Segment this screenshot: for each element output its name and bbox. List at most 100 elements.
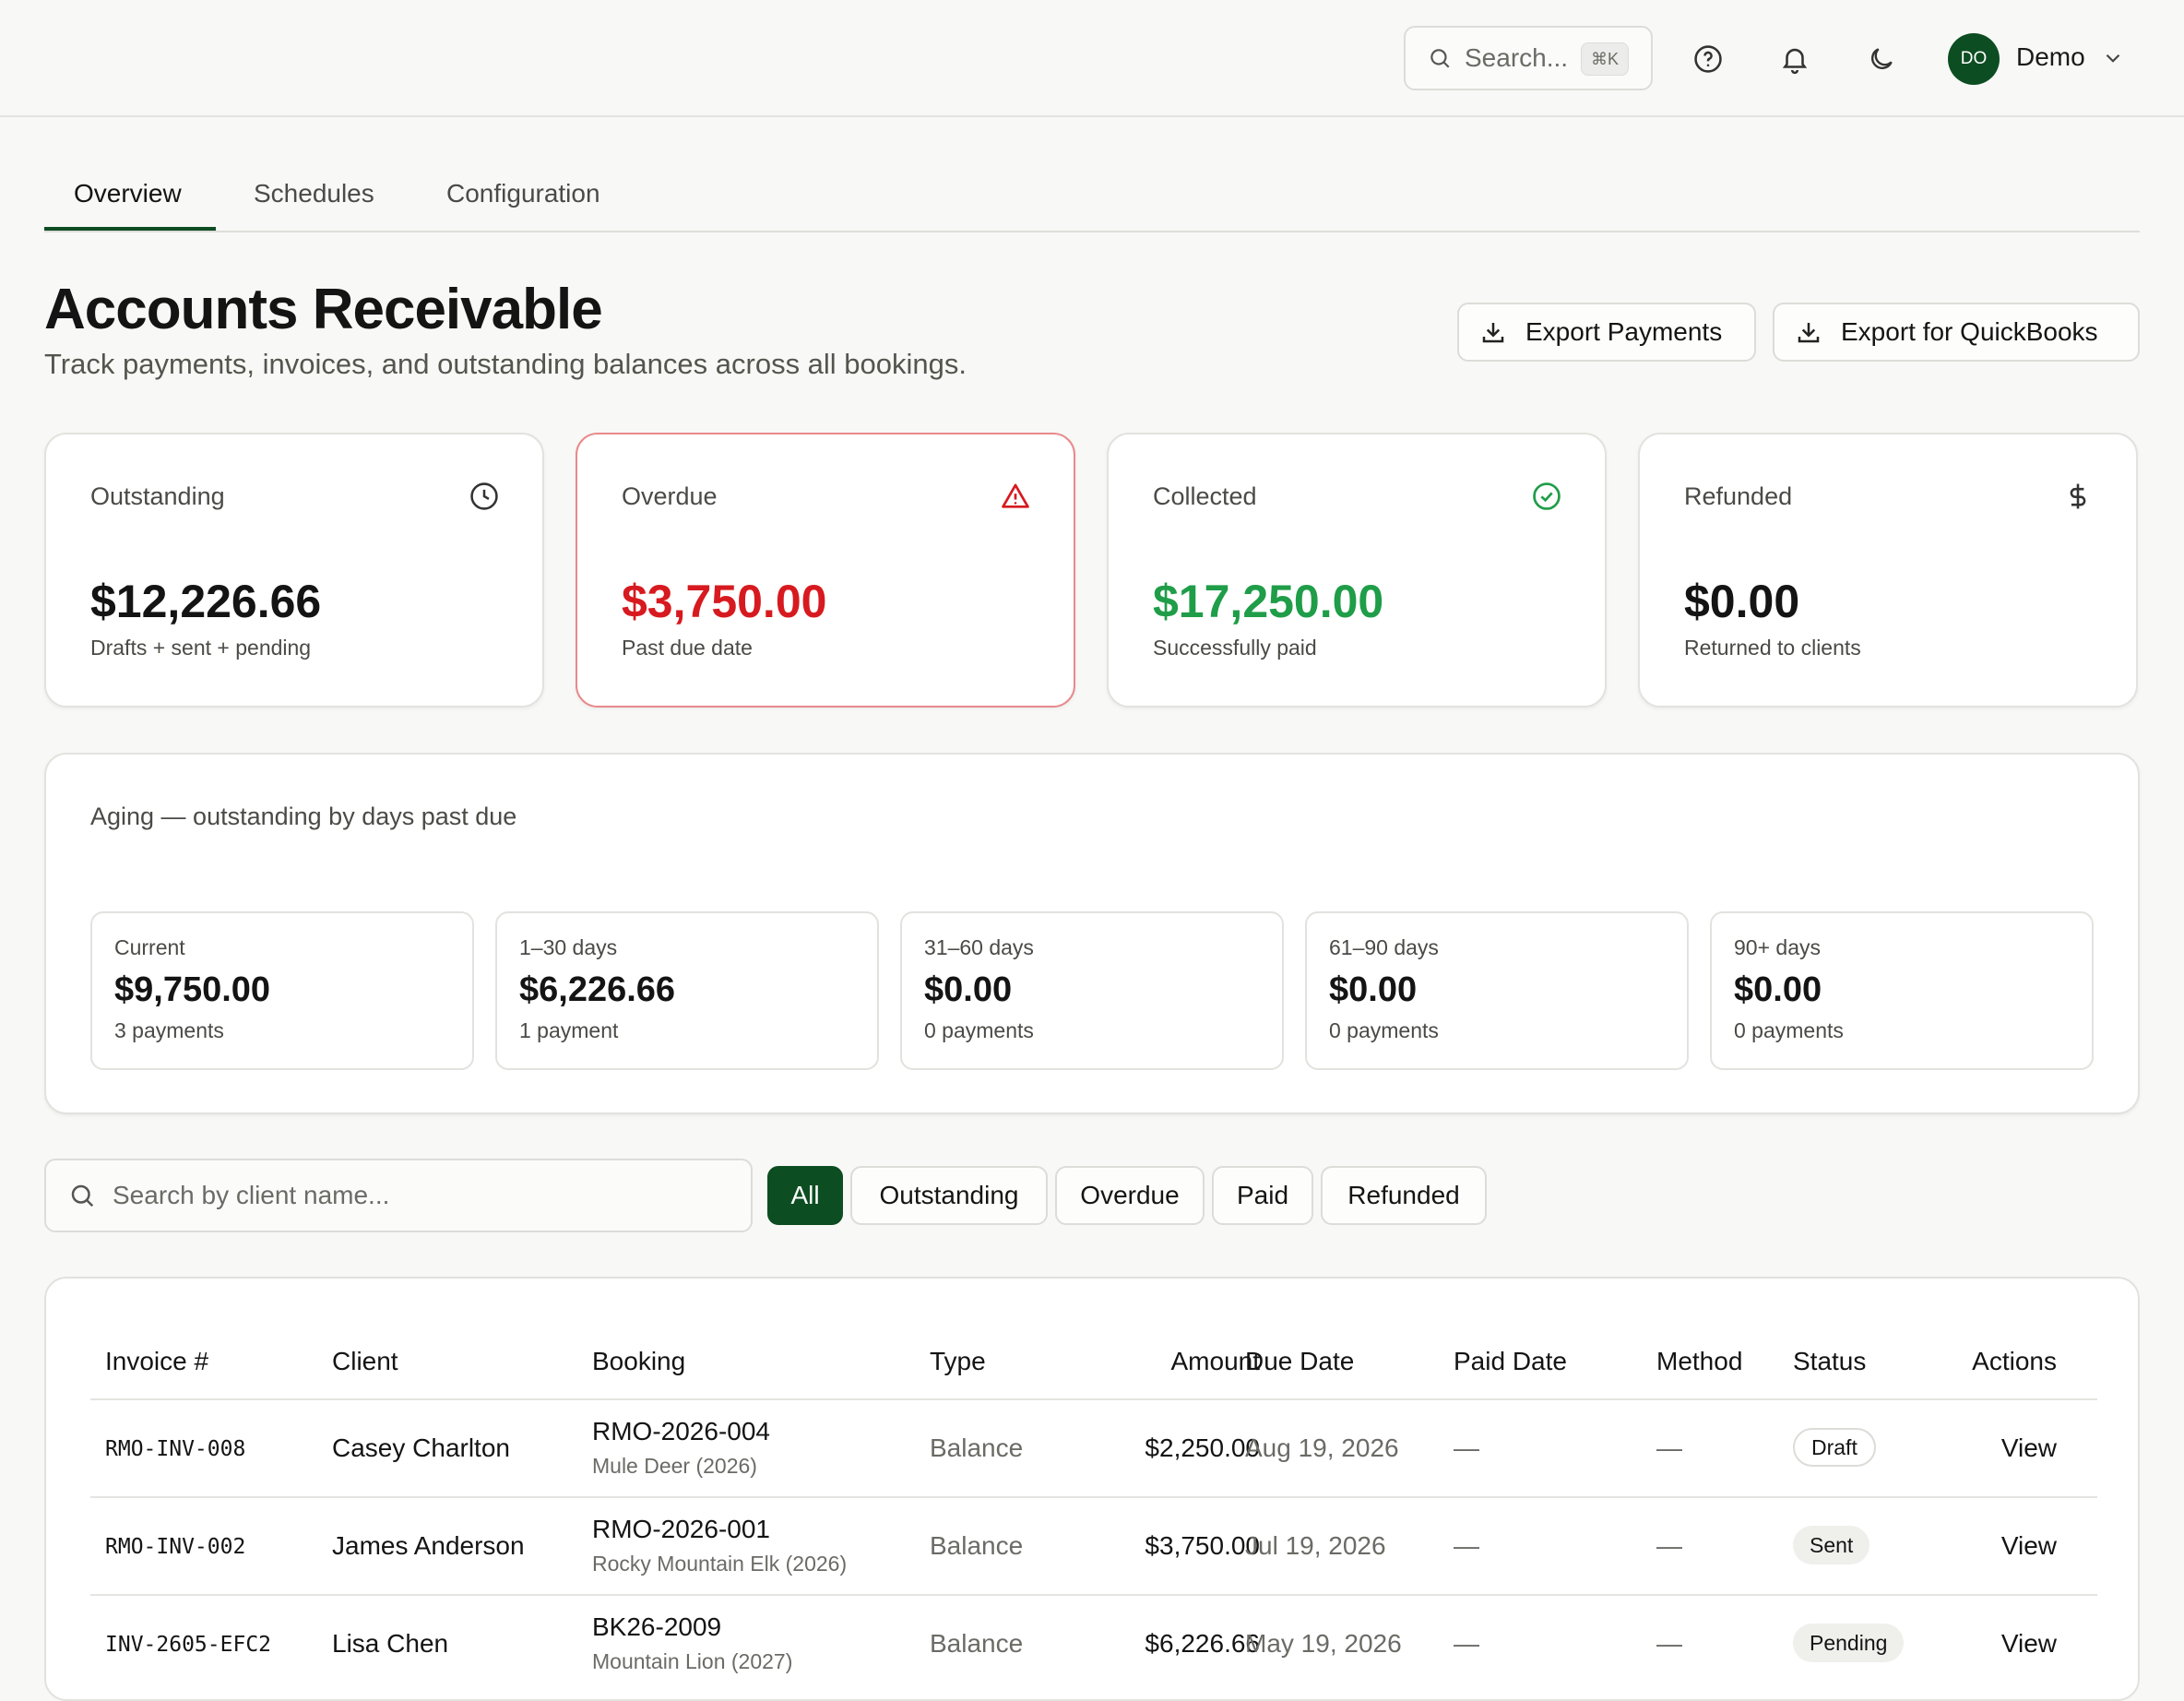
table-row[interactable]: INV-2605-EFC2 Lisa Chen BK26-2009 Mounta… (90, 1594, 2097, 1692)
status-badge: Pending (1793, 1624, 1905, 1662)
aging-card: Aging — outstanding by days past due Cur… (44, 753, 2140, 1114)
bucket-count: 1 payment (519, 1018, 619, 1042)
stat-card-overdue: Overdue $3,750.00 Past due date (576, 433, 1075, 708)
stat-subtext: Returned to clients (1684, 636, 1861, 660)
column-header-invoice[interactable]: Invoice # (105, 1347, 208, 1376)
stat-card-collected: Collected $17,250.00 Successfully paid (1107, 433, 1607, 708)
client-name: Casey Charlton (332, 1433, 510, 1462)
aging-bucket-current: Current $9,750.00 3 payments (90, 911, 474, 1070)
bucket-count: 0 payments (1329, 1018, 1439, 1042)
bucket-count: 0 payments (1734, 1018, 1844, 1042)
export-quickbooks-button[interactable]: Export for QuickBooks (1773, 303, 2140, 362)
booking-hunt: Rocky Mountain Elk (2026) (592, 1552, 848, 1576)
stat-label: Refunded (1684, 482, 1793, 510)
aging-title: Aging — outstanding by days past due (90, 803, 517, 830)
download-icon (1798, 323, 1820, 343)
search-icon (71, 1184, 94, 1207)
booking-id: RMO-2026-004 (592, 1417, 770, 1445)
stat-card-refunded: Refunded $0.00 Returned to clients (1638, 433, 2138, 708)
client-search-input[interactable]: Search by client name... (44, 1159, 753, 1232)
due-date: Jul 19, 2026 (1245, 1531, 1386, 1560)
bucket-value: $6,226.66 (519, 970, 676, 1009)
export-payments-label: Export Payments (1525, 317, 1723, 346)
top-bar: Search... ⌘K DO Demo (0, 0, 2184, 117)
status-badge: Sent (1793, 1526, 1870, 1564)
moon-icon (1871, 48, 1893, 69)
clock-icon (470, 482, 498, 510)
stat-label: Overdue (622, 482, 718, 510)
status-badge: Draft (1793, 1428, 1876, 1467)
page-title: Accounts Receivable (44, 278, 603, 341)
column-header-due-date[interactable]: Due Date (1245, 1347, 1354, 1376)
payments-table: Invoice # Client Booking Type Amount Due… (44, 1277, 2140, 1701)
export-quickbooks-label: Export for QuickBooks (1841, 317, 2098, 346)
invoice-number: RMO-INV-008 (105, 1437, 246, 1461)
bucket-label: 90+ days (1734, 935, 1821, 959)
invoice-number: INV-2605-EFC2 (105, 1633, 272, 1657)
column-header-client[interactable]: Client (332, 1347, 398, 1376)
global-search-placeholder: Search... (1465, 43, 1569, 72)
help-button[interactable] (1686, 37, 1730, 81)
bucket-label: 1–30 days (519, 935, 618, 959)
stat-value: $17,250.00 (1153, 576, 1384, 627)
bucket-count: 3 payments (114, 1018, 224, 1042)
payment-method: — (1656, 1629, 1682, 1658)
stat-label: Outstanding (90, 482, 225, 510)
invoice-number: RMO-INV-002 (105, 1535, 246, 1559)
dollar-icon (2070, 483, 2086, 509)
bucket-count: 0 payments (924, 1018, 1034, 1042)
filter-paid[interactable]: Paid (1212, 1166, 1313, 1225)
tab-overview[interactable]: Overview (74, 179, 182, 231)
download-icon (1482, 323, 1504, 343)
paid-date: — (1454, 1629, 1479, 1658)
page-subtitle: Track payments, invoices, and outstandin… (44, 348, 967, 380)
column-header-paid-date[interactable]: Paid Date (1454, 1347, 1567, 1376)
active-tab-indicator (44, 227, 216, 231)
notifications-button[interactable] (1773, 37, 1817, 81)
tab-schedules[interactable]: Schedules (254, 179, 374, 231)
payment-type: Balance (930, 1531, 1024, 1560)
aging-bucket-61-90: 61–90 days $0.00 0 payments (1305, 911, 1689, 1070)
column-header-amount[interactable]: Amount (1122, 1347, 1261, 1376)
tab-configuration[interactable]: Configuration (446, 179, 600, 231)
stat-value: $3,750.00 (622, 576, 827, 627)
view-link[interactable]: View (1953, 1629, 2057, 1659)
column-header-status[interactable]: Status (1793, 1347, 1866, 1376)
stat-subtext: Drafts + sent + pending (90, 636, 312, 660)
stat-value: $0.00 (1684, 576, 1800, 627)
bucket-label: 61–90 days (1329, 935, 1439, 959)
stat-label: Collected (1153, 482, 1257, 510)
bucket-label: 31–60 days (924, 935, 1034, 959)
theme-toggle-button[interactable] (1859, 37, 1904, 81)
column-header-type[interactable]: Type (930, 1347, 986, 1376)
bucket-value: $0.00 (1329, 970, 1418, 1009)
filter-refunded[interactable]: Refunded (1321, 1166, 1487, 1225)
column-header-actions[interactable]: Actions (1928, 1347, 2057, 1376)
aging-bucket-31-60: 31–60 days $0.00 0 payments (900, 911, 1284, 1070)
filter-outstanding[interactable]: Outstanding (850, 1166, 1048, 1225)
payment-amount: $6,226.66 (1145, 1629, 1260, 1658)
export-payments-button[interactable]: Export Payments (1457, 303, 1756, 362)
view-link[interactable]: View (1953, 1531, 2057, 1561)
payment-type: Balance (930, 1629, 1024, 1658)
table-row[interactable]: RMO-INV-008 Casey Charlton RMO-2026-004 … (90, 1398, 2097, 1496)
column-header-method[interactable]: Method (1656, 1347, 1742, 1376)
client-name: Lisa Chen (332, 1629, 449, 1658)
chevron-down-icon[interactable] (2101, 46, 2125, 70)
booking-hunt: Mule Deer (2026) (592, 1454, 757, 1478)
client-search-placeholder: Search by client name... (113, 1181, 390, 1209)
avatar[interactable]: DO (1948, 33, 2000, 85)
filter-overdue[interactable]: Overdue (1055, 1166, 1205, 1225)
tab-bar: Overview Schedules Configuration (44, 175, 2140, 232)
payment-method: — (1656, 1433, 1682, 1462)
filter-all[interactable]: All (767, 1166, 843, 1225)
view-link[interactable]: View (1953, 1433, 2057, 1463)
stat-subtext: Successfully paid (1153, 636, 1317, 660)
table-row[interactable]: RMO-INV-002 James Anderson RMO-2026-001 … (90, 1496, 2097, 1594)
user-name[interactable]: Demo (2016, 42, 2085, 72)
payment-amount: $2,250.00 (1145, 1433, 1260, 1462)
aging-bucket-1-30: 1–30 days $6,226.66 1 payment (495, 911, 879, 1070)
bucket-value: $9,750.00 (114, 970, 271, 1009)
column-header-booking[interactable]: Booking (592, 1347, 685, 1376)
global-search[interactable]: Search... ⌘K (1404, 26, 1653, 90)
